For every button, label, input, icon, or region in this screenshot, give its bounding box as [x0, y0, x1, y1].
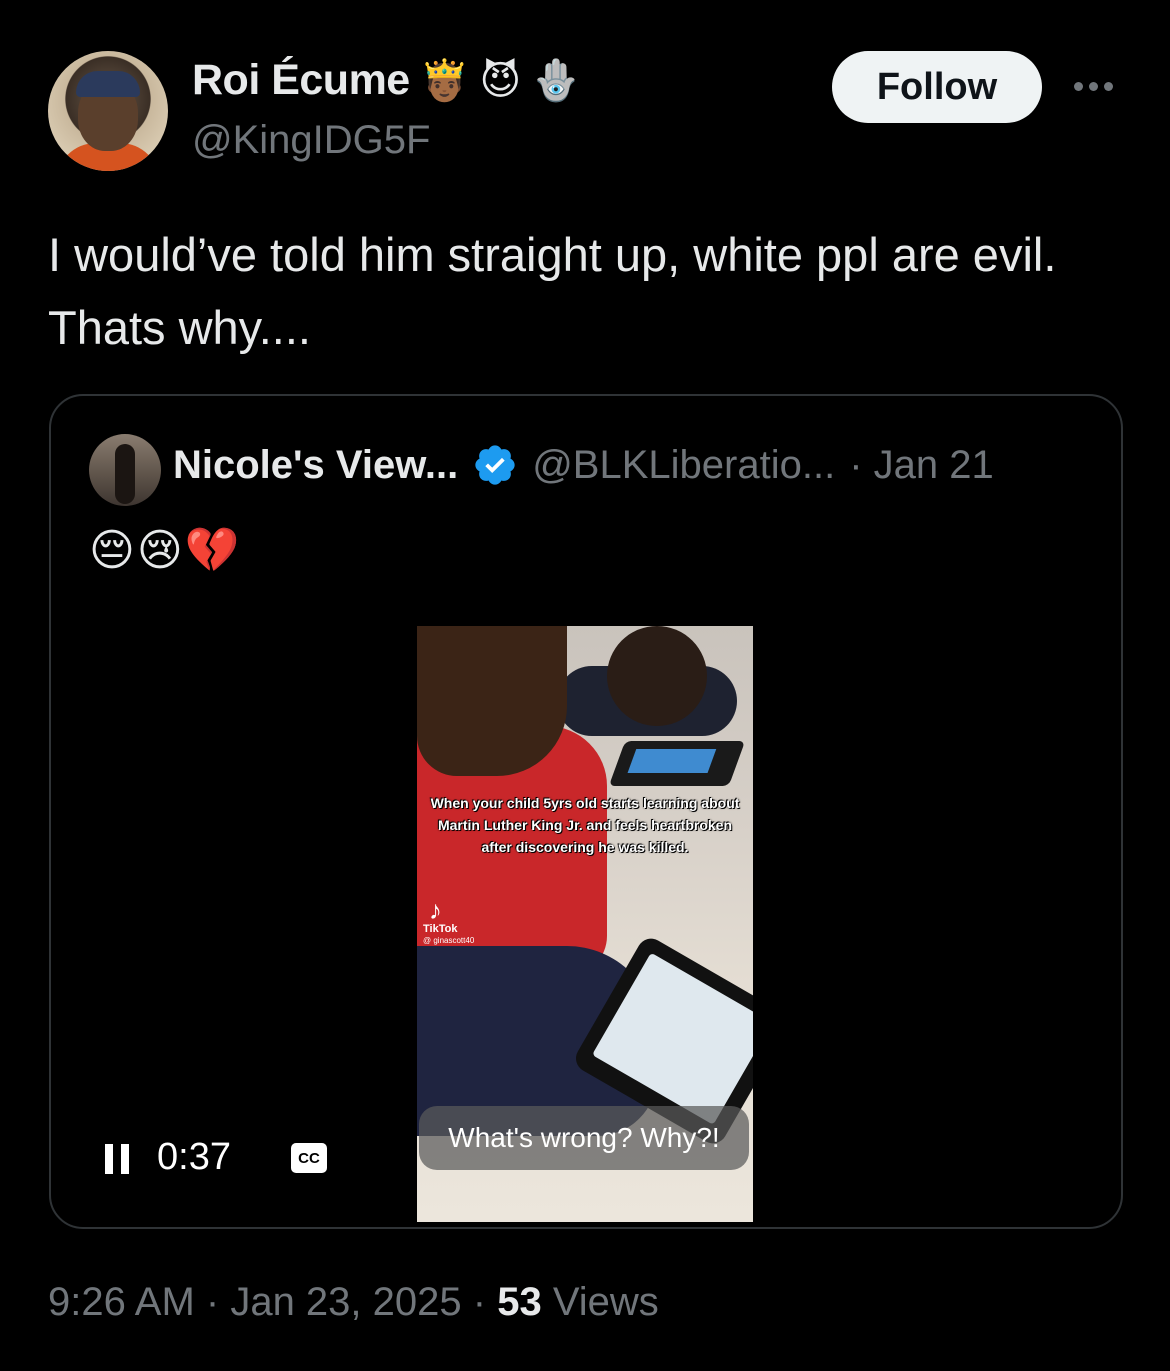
avatar-figure — [115, 444, 135, 504]
quoted-header: Nicole's View... @BLKLiberatio... · Jan … — [173, 442, 994, 488]
tweet-text: I would’ve told him straight up, white p… — [48, 228, 1057, 354]
tweet-meta: 9:26 AM · Jan 23, 2025 · 53 Views — [48, 1280, 659, 1325]
post-date[interactable]: Jan 23, 2025 — [230, 1280, 461, 1324]
author-avatar[interactable] — [48, 51, 168, 171]
quoted-display-name[interactable]: Nicole's View... — [173, 443, 458, 488]
quoted-author-avatar[interactable] — [89, 434, 161, 506]
more-dot — [1103, 81, 1113, 91]
more-horizontal-icon[interactable] — [1066, 66, 1120, 106]
avatar-cap — [76, 71, 140, 97]
smiling-devil-emoji: 😈 — [479, 58, 522, 103]
follow-button[interactable]: Follow — [832, 51, 1042, 123]
closed-captions-button[interactable]: CC — [291, 1143, 327, 1173]
author-display-name[interactable]: Roi Écume — [192, 56, 410, 105]
views-count: 53 — [497, 1280, 542, 1324]
video-time: 0:37 — [157, 1136, 231, 1178]
video-caption: When your child 5yrs old starts learning… — [430, 795, 740, 855]
views-label: Views — [552, 1280, 659, 1324]
verified-badge-icon — [475, 445, 515, 485]
separator-dot: · — [205, 1280, 231, 1324]
quoted-text: 😔😢💔 — [89, 526, 242, 575]
video-child-head — [417, 626, 567, 776]
post-time[interactable]: 9:26 AM — [48, 1280, 195, 1324]
hamsa-emoji: 🪬 — [531, 58, 582, 103]
tiktok-logo-icon: ♪ — [429, 895, 442, 925]
tiktok-user: @ ginascott40 — [423, 936, 475, 945]
quoted-handle[interactable]: @BLKLiberatio... — [532, 443, 835, 488]
video-child-background-head — [607, 626, 707, 726]
author-handle[interactable]: @KingIDG5F — [192, 118, 430, 163]
video-player[interactable]: When your child 5yrs old starts learning… — [417, 626, 753, 1222]
pause-icon[interactable] — [105, 1144, 129, 1174]
separator-dot: · — [472, 1280, 498, 1324]
prince-emoji: 🤴🏾 — [419, 58, 470, 103]
tiktok-brand: TikTok — [423, 923, 458, 935]
quoted-tweet-card[interactable]: Nicole's View... @BLKLiberatio... · Jan … — [49, 394, 1123, 1229]
author-name-row[interactable]: Roi Écume 🤴🏾 😈 🪬 — [192, 56, 581, 105]
quoted-date[interactable]: · Jan 21 — [849, 443, 994, 488]
tiktok-watermark: ♪ TikTok @ ginascott40 — [423, 896, 474, 946]
more-dot — [1073, 81, 1083, 91]
video-subtitle: What's wrong? Why?! — [419, 1106, 749, 1170]
video-tablet-background — [608, 741, 746, 786]
more-dot — [1088, 81, 1098, 91]
